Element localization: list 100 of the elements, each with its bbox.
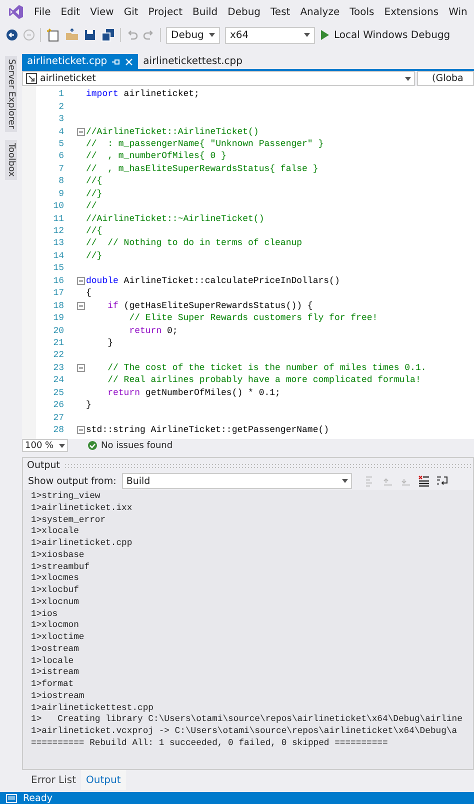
panel-title: Output xyxy=(27,460,60,470)
file-tab[interactable]: airlinetickettest.cpp xyxy=(138,54,248,69)
panel-tab[interactable]: Output xyxy=(81,770,126,790)
line-number: 22 xyxy=(52,350,64,360)
line-number: 5 xyxy=(58,138,64,149)
output-line: 1>xloctime xyxy=(31,632,86,644)
output-line: 1>format xyxy=(31,679,75,691)
menu-item[interactable]: Extensions xyxy=(384,6,439,18)
code-line: } xyxy=(106,338,114,348)
code-line: //AirlineTicket::~AirlineTicket() xyxy=(86,214,264,224)
panel-tab[interactable]: Error List xyxy=(26,770,82,790)
line-number: 10 xyxy=(52,201,64,212)
code-line: // , m_numberOfMiles{ 0 } xyxy=(86,151,226,162)
issues-status: No issues found xyxy=(101,440,173,450)
run-button[interactable]: Local Windows Debugg xyxy=(334,30,450,40)
code-line: // : m_passengerName{ "Unknown Passenger" } xyxy=(86,138,324,149)
code-line: return 0; xyxy=(128,326,178,336)
code-line: // , m_hasEliteSuperRewardsStatus{ false } xyxy=(86,164,318,174)
code-line: std::string AirlineTicket::getPassengerName() xyxy=(86,425,330,436)
menu-item[interactable]: Analyze xyxy=(300,6,340,18)
output-source-dropdown[interactable]: Build xyxy=(122,473,352,489)
output-line: 1>ios xyxy=(31,608,59,620)
line-number: 21 xyxy=(52,338,64,348)
dropdown-arrow-icon xyxy=(59,444,65,448)
line-number: 7 xyxy=(58,164,64,174)
status-icon xyxy=(6,794,17,802)
collapse-icon[interactable] xyxy=(77,426,85,434)
output-line: 1>airlinetickettest.cpp xyxy=(31,702,154,714)
line-number: 25 xyxy=(52,388,64,398)
output-line: 1>istream xyxy=(31,667,80,679)
line-number: 8 xyxy=(58,176,64,186)
logo-icon xyxy=(8,4,24,20)
save-all-icon[interactable] xyxy=(101,28,115,42)
output-line: 1>streambuf xyxy=(31,562,91,574)
line-number: 9 xyxy=(58,188,64,199)
menu-item[interactable]: Project xyxy=(148,6,183,18)
menu-item[interactable]: Edit xyxy=(60,6,80,18)
line-number: 19 xyxy=(52,313,64,324)
output-line: 1>xiosbase xyxy=(31,550,86,562)
code-line: //} xyxy=(86,188,102,199)
configuration-dropdown[interactable]: Debug xyxy=(166,26,220,44)
menu-item[interactable]: View xyxy=(90,6,114,18)
menu-item[interactable]: Debug xyxy=(228,6,261,18)
output-line: 1>xlocmon xyxy=(31,620,80,632)
members-dropdown[interactable]: (Globa xyxy=(417,71,474,86)
output-line: 1>xlocmes xyxy=(31,573,80,585)
file-tab[interactable]: airlineticket.cpp xyxy=(22,54,138,69)
side-tab[interactable]: Toolbox xyxy=(5,140,17,180)
code-line: } xyxy=(86,400,92,410)
pin-icon[interactable] xyxy=(112,58,120,66)
line-number: 23 xyxy=(52,362,64,373)
menu-item[interactable]: Test xyxy=(270,6,290,18)
zoom-dropdown[interactable]: 100 % xyxy=(22,439,68,452)
menu-item[interactable]: File xyxy=(34,6,51,18)
collapse-icon[interactable] xyxy=(77,128,85,136)
code-line: //AirlineTicket::AirlineTicket() xyxy=(86,126,259,137)
dropdown-arrow-icon xyxy=(405,76,411,80)
clear-all-icon[interactable] xyxy=(418,475,430,487)
collapse-icon[interactable] xyxy=(77,364,85,372)
word-wrap-icon[interactable] xyxy=(436,475,448,487)
open-folder-icon[interactable] xyxy=(65,28,79,42)
line-number: 17 xyxy=(52,288,64,298)
back-icon[interactable] xyxy=(6,29,18,41)
menu-item[interactable]: Git xyxy=(124,6,138,18)
code-line: import airlineticket; xyxy=(86,89,200,100)
line-number: 4 xyxy=(58,126,64,137)
output-line: 1>airlineticket.cpp xyxy=(31,538,134,550)
dropdown-arrow-icon xyxy=(304,33,310,37)
line-number: 13 xyxy=(52,238,64,248)
output-source-label: Show output from: xyxy=(28,476,116,486)
line-number: 6 xyxy=(58,151,64,162)
output-line: 1> Creating library C:\Users\otami\source\repos\airlineticket\x64\Debug\airline xyxy=(31,714,464,726)
output-line: 1>airlineticket.vcxproj -> C:\Users\otami\source\repos\airlineticket\x64\Debug\a xyxy=(31,726,458,738)
menu-item[interactable]: Build xyxy=(192,6,218,18)
check-icon xyxy=(88,441,97,450)
output-line: 1>airlineticket.ixx xyxy=(31,502,134,514)
platform-dropdown[interactable]: x64 xyxy=(225,26,315,44)
code-line: //{ xyxy=(86,226,102,236)
line-number: 1 xyxy=(58,89,64,100)
play-icon[interactable] xyxy=(320,30,329,40)
new-item-icon[interactable] xyxy=(46,28,60,42)
menu-item[interactable]: Win xyxy=(448,6,468,18)
close-icon[interactable] xyxy=(125,58,134,66)
side-tab[interactable]: Server Explorer xyxy=(5,56,17,132)
output-line: 1>xlocnum xyxy=(31,596,80,608)
code-line: //} xyxy=(86,250,102,261)
collapse-icon[interactable] xyxy=(77,302,85,310)
code-line: // The cost of the ticket is the number of miles times 0.1. xyxy=(106,362,426,373)
line-number: 2 xyxy=(58,102,64,112)
save-icon[interactable] xyxy=(84,29,96,41)
code-line: { xyxy=(86,288,92,298)
line-number: 12 xyxy=(52,226,64,236)
menu-item[interactable]: Tools xyxy=(350,6,374,18)
collapse-icon[interactable] xyxy=(77,276,85,285)
code-line: // Real airlines probably have a more complicated formula! xyxy=(106,375,421,386)
code-line: // // Nothing to do in terms of cleanup xyxy=(86,238,302,248)
output-line: 1>xlocbuf xyxy=(31,585,80,597)
line-number: 26 xyxy=(52,400,64,410)
scope-dropdown[interactable]: airlineticket xyxy=(22,71,415,86)
output-line: 1>ostream xyxy=(31,644,80,656)
